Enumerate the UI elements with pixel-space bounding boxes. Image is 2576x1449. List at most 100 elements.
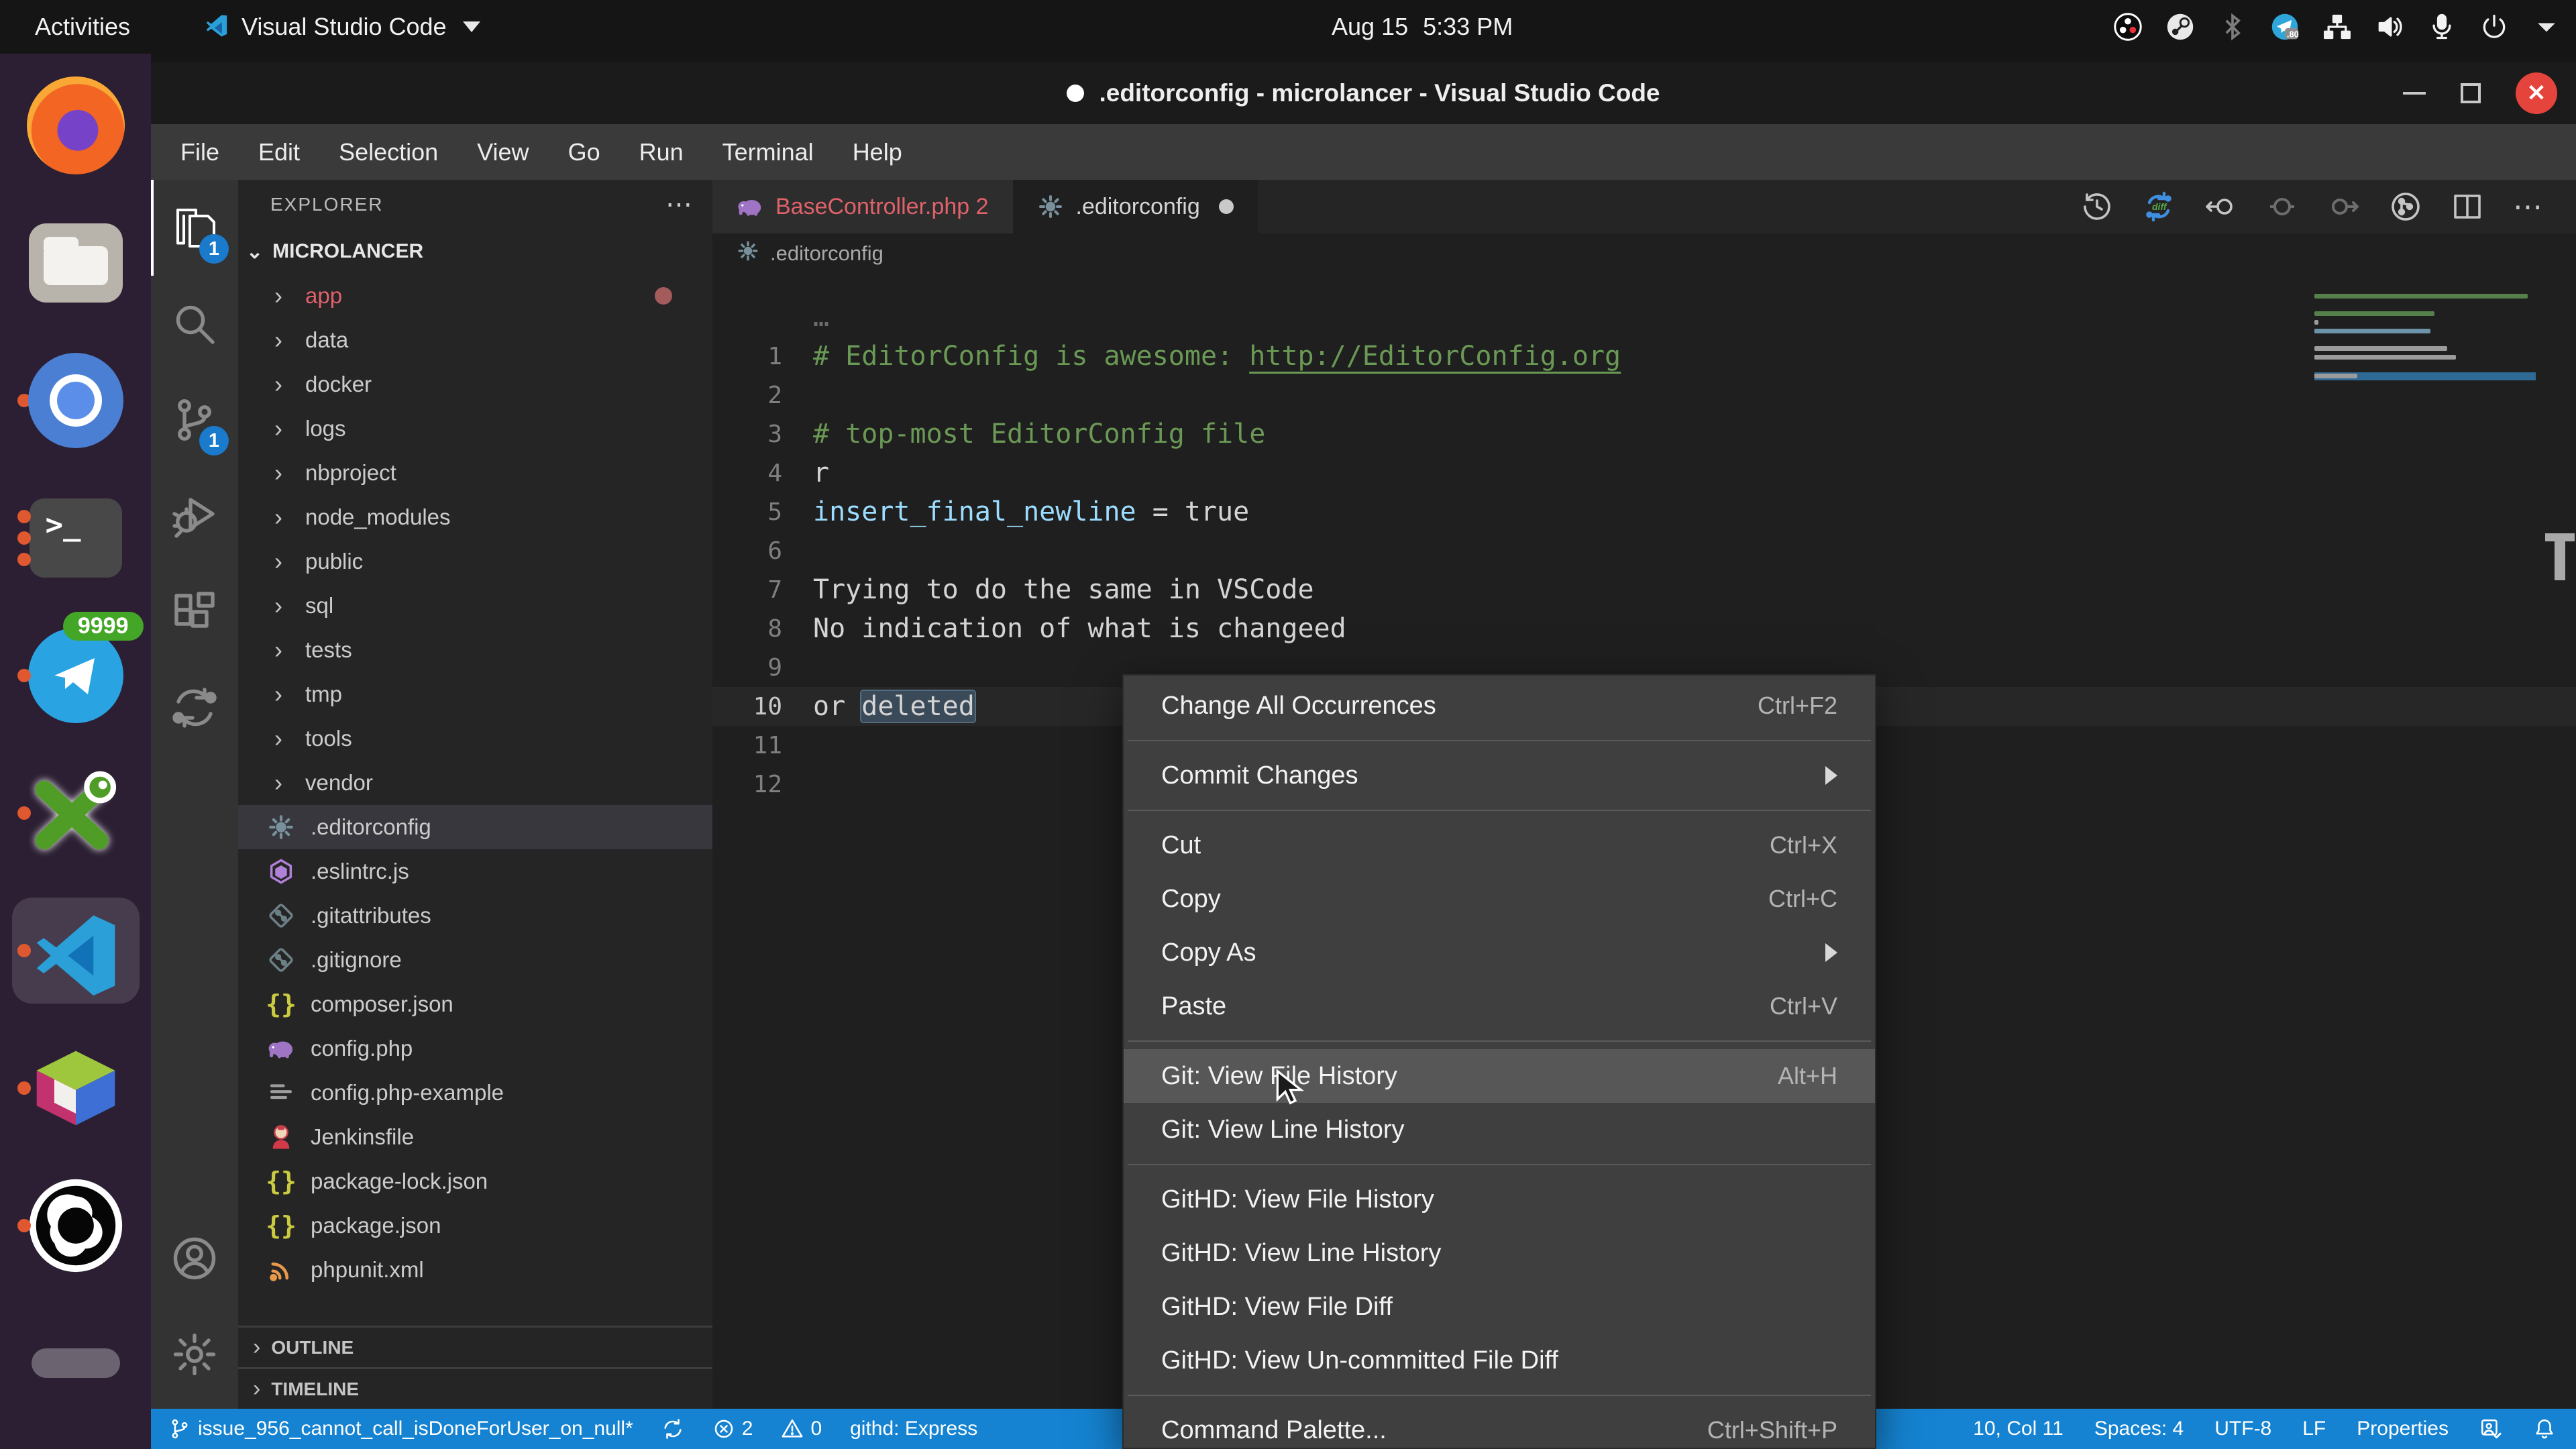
system-tray[interactable]: .80 (2113, 0, 2561, 54)
minimap[interactable] (2314, 294, 2536, 402)
dock-item-terminal[interactable]: >_ (12, 485, 140, 591)
menu-item-githd-view-file-history[interactable]: GitHD: View File History (1124, 1173, 1875, 1226)
activity-run-and-debug[interactable] (151, 468, 238, 564)
status-language-mode[interactable]: Properties (2357, 1417, 2449, 1440)
workspace-section-header[interactable]: ⌄ MICROLANCER (238, 229, 712, 274)
dock-item-obs[interactable] (12, 1173, 140, 1279)
dock-item-tray-pill[interactable] (12, 1310, 140, 1416)
tree-file-.gitattributes[interactable]: .gitattributes (238, 894, 712, 938)
tree-file-Jenkinsfile[interactable]: Jenkinsfile (238, 1115, 712, 1159)
status-feedback[interactable] (2479, 1417, 2502, 1440)
tree-folder-public[interactable]: ›public (238, 539, 712, 584)
dock-item-boxes[interactable] (12, 1035, 140, 1141)
tree-folder-app[interactable]: ›app (238, 274, 712, 318)
circle-icon[interactable] (2265, 189, 2300, 224)
dock-item-vscode[interactable] (12, 898, 140, 1004)
menubar-item-file[interactable]: File (180, 138, 219, 166)
editor-line-7[interactable]: 7Trying to do the same in VSCode (712, 570, 2576, 609)
history-icon[interactable] (2080, 189, 2114, 224)
tree-folder-data[interactable]: ›data (238, 318, 712, 362)
tree-file-package.json[interactable]: {}package.json (238, 1203, 712, 1248)
activity-accounts[interactable] (151, 1210, 238, 1306)
menubar-item-help[interactable]: Help (853, 138, 902, 166)
status-git-branch[interactable]: issue_956_cannot_call_isDoneForUser_on_n… (168, 1417, 633, 1440)
activity-source-control[interactable]: 1 (151, 372, 238, 468)
status-indentation[interactable]: Spaces: 4 (2094, 1417, 2184, 1440)
dock-item-telegram[interactable]: 9999 (12, 623, 140, 729)
editor-line-3[interactable]: 3# top-most EditorConfig file (712, 415, 2576, 453)
tree-folder-docker[interactable]: ›docker (238, 362, 712, 407)
git-graph-icon[interactable] (2388, 189, 2423, 224)
status-notifications[interactable] (2533, 1417, 2556, 1440)
editor-line-8[interactable]: 8No indication of what is changeed (712, 609, 2576, 648)
menubar-item-terminal[interactable]: Terminal (722, 138, 814, 166)
bluetooth-icon[interactable] (2218, 12, 2247, 42)
menubar-item-run[interactable]: Run (639, 138, 684, 166)
menu-item-commit-changes[interactable]: Commit Changes (1124, 749, 1875, 802)
dock-item-files[interactable] (12, 210, 140, 316)
menu-item-cut[interactable]: CutCtrl+X (1124, 818, 1875, 872)
tree-folder-nbproject[interactable]: ›nbproject (238, 451, 712, 495)
tree-file-config.php[interactable]: config.php (238, 1026, 712, 1071)
clock[interactable]: Aug 15 5:33 PM (1332, 0, 1513, 54)
tree-file-package-lock.json[interactable]: {}package-lock.json (238, 1159, 712, 1203)
tree-file-.gitignore[interactable]: .gitignore (238, 938, 712, 982)
editor-line-4[interactable]: 4r (712, 453, 2576, 492)
breadcrumb[interactable]: .editorconfig (712, 233, 2576, 274)
menubar-item-view[interactable]: View (477, 138, 529, 166)
menu-item-git-view-line-history[interactable]: Git: View Line History (1124, 1103, 1875, 1157)
status-githd-status[interactable]: githd: Express (850, 1417, 977, 1440)
tree-file-composer.json[interactable]: {}composer.json (238, 982, 712, 1026)
dock-item-green-x-app[interactable] (12, 760, 140, 866)
status-eol[interactable]: LF (2302, 1417, 2326, 1440)
dock-item-chromium[interactable] (12, 347, 140, 453)
tree-file-phpunit.xml[interactable]: phpunit.xml (238, 1248, 712, 1292)
status-warnings[interactable]: 0 (781, 1417, 822, 1440)
steam-tray-icon[interactable] (2165, 12, 2195, 42)
status-encoding[interactable]: UTF-8 (2214, 1417, 2271, 1440)
tab-.editorconfig[interactable]: .editorconfig (1013, 180, 1258, 233)
menu-item-githd-view-file-diff[interactable]: GitHD: View File Diff (1124, 1280, 1875, 1334)
dock-item-firefox[interactable] (12, 72, 140, 178)
menubar-item-selection[interactable]: Selection (339, 138, 438, 166)
maximize-button[interactable] (2461, 83, 2481, 103)
next-change-icon[interactable] (2326, 189, 2361, 224)
menu-item-paste[interactable]: PasteCtrl+V (1124, 979, 1875, 1033)
outline-panel-header[interactable]: › OUTLINE (238, 1326, 712, 1367)
tree-folder-tools[interactable]: ›tools (238, 716, 712, 761)
status-sync[interactable] (661, 1417, 684, 1440)
telegram-tray-icon[interactable]: .80 (2270, 12, 2300, 42)
editor-line-1[interactable]: 1# EditorConfig is awesome: http://Edito… (712, 337, 2576, 376)
split-editor-icon[interactable] (2450, 189, 2485, 224)
activity-githd[interactable] (151, 659, 238, 755)
ellipsis-icon[interactable]: ⋯ (2512, 189, 2546, 224)
editor-line-6[interactable]: 6 (712, 531, 2576, 570)
status-errors[interactable]: 2 (712, 1417, 753, 1440)
window-titlebar[interactable]: .editorconfig - microlancer - Visual Stu… (151, 62, 2576, 124)
tree-folder-vendor[interactable]: ›vendor (238, 761, 712, 805)
menubar-item-go[interactable]: Go (568, 138, 600, 166)
activity-extensions[interactable] (151, 564, 238, 659)
menu-item-copy-as[interactable]: Copy As (1124, 926, 1875, 979)
menu-item-githd-view-un-committed-file-diff[interactable]: GitHD: View Un-committed File Diff (1124, 1334, 1875, 1387)
tree-file-config.php-example[interactable]: config.php-example (238, 1071, 712, 1115)
activities-button[interactable]: Activities (35, 13, 130, 41)
menu-item-change-all-occurrences[interactable]: Change All OccurrencesCtrl+F2 (1124, 679, 1875, 733)
tree-folder-sql[interactable]: ›sql (238, 584, 712, 628)
editor-line-2[interactable]: 2 (712, 376, 2576, 415)
menubar-item-edit[interactable]: Edit (258, 138, 300, 166)
activity-explorer[interactable]: 1 (151, 180, 238, 276)
tree-folder-tests[interactable]: ›tests (238, 628, 712, 672)
tree-file-.eslintrc.js[interactable]: .eslintrc.js (238, 849, 712, 894)
activity-search[interactable] (151, 276, 238, 372)
githd-diff-icon[interactable]: diff (2141, 189, 2176, 224)
more-actions-icon[interactable]: ⋯ (665, 189, 692, 220)
power-icon[interactable] (2479, 12, 2509, 42)
close-button[interactable]: ✕ (2516, 72, 2557, 114)
tree-folder-node_modules[interactable]: ›node_modules (238, 495, 712, 539)
menu-item-githd-view-line-history[interactable]: GitHD: View Line History (1124, 1226, 1875, 1280)
status-cursor-position[interactable]: 10, Col 11 (1973, 1417, 2063, 1440)
chevron-down-icon[interactable] (2532, 12, 2561, 42)
obs-tray-icon[interactable] (2113, 12, 2143, 42)
tab-BaseController.php[interactable]: BaseController.php 2 (712, 180, 1013, 233)
